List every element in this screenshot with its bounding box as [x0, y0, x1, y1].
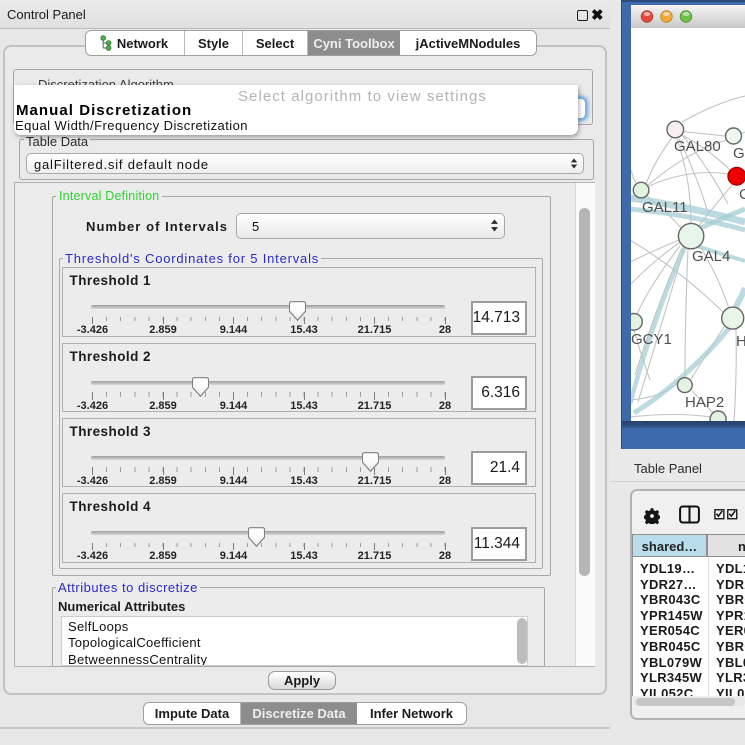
- svg-text:HAP2: HAP2: [685, 394, 724, 411]
- svg-text:C: C: [739, 186, 745, 203]
- svg-text:GCY1: GCY1: [631, 331, 672, 348]
- svg-text:GAL4: GAL4: [692, 248, 730, 265]
- svg-text:G.: G.: [733, 145, 745, 162]
- svg-text:GAL80: GAL80: [674, 138, 721, 155]
- svg-text:H: H: [736, 333, 745, 350]
- svg-text:GAL11: GAL11: [642, 199, 688, 216]
